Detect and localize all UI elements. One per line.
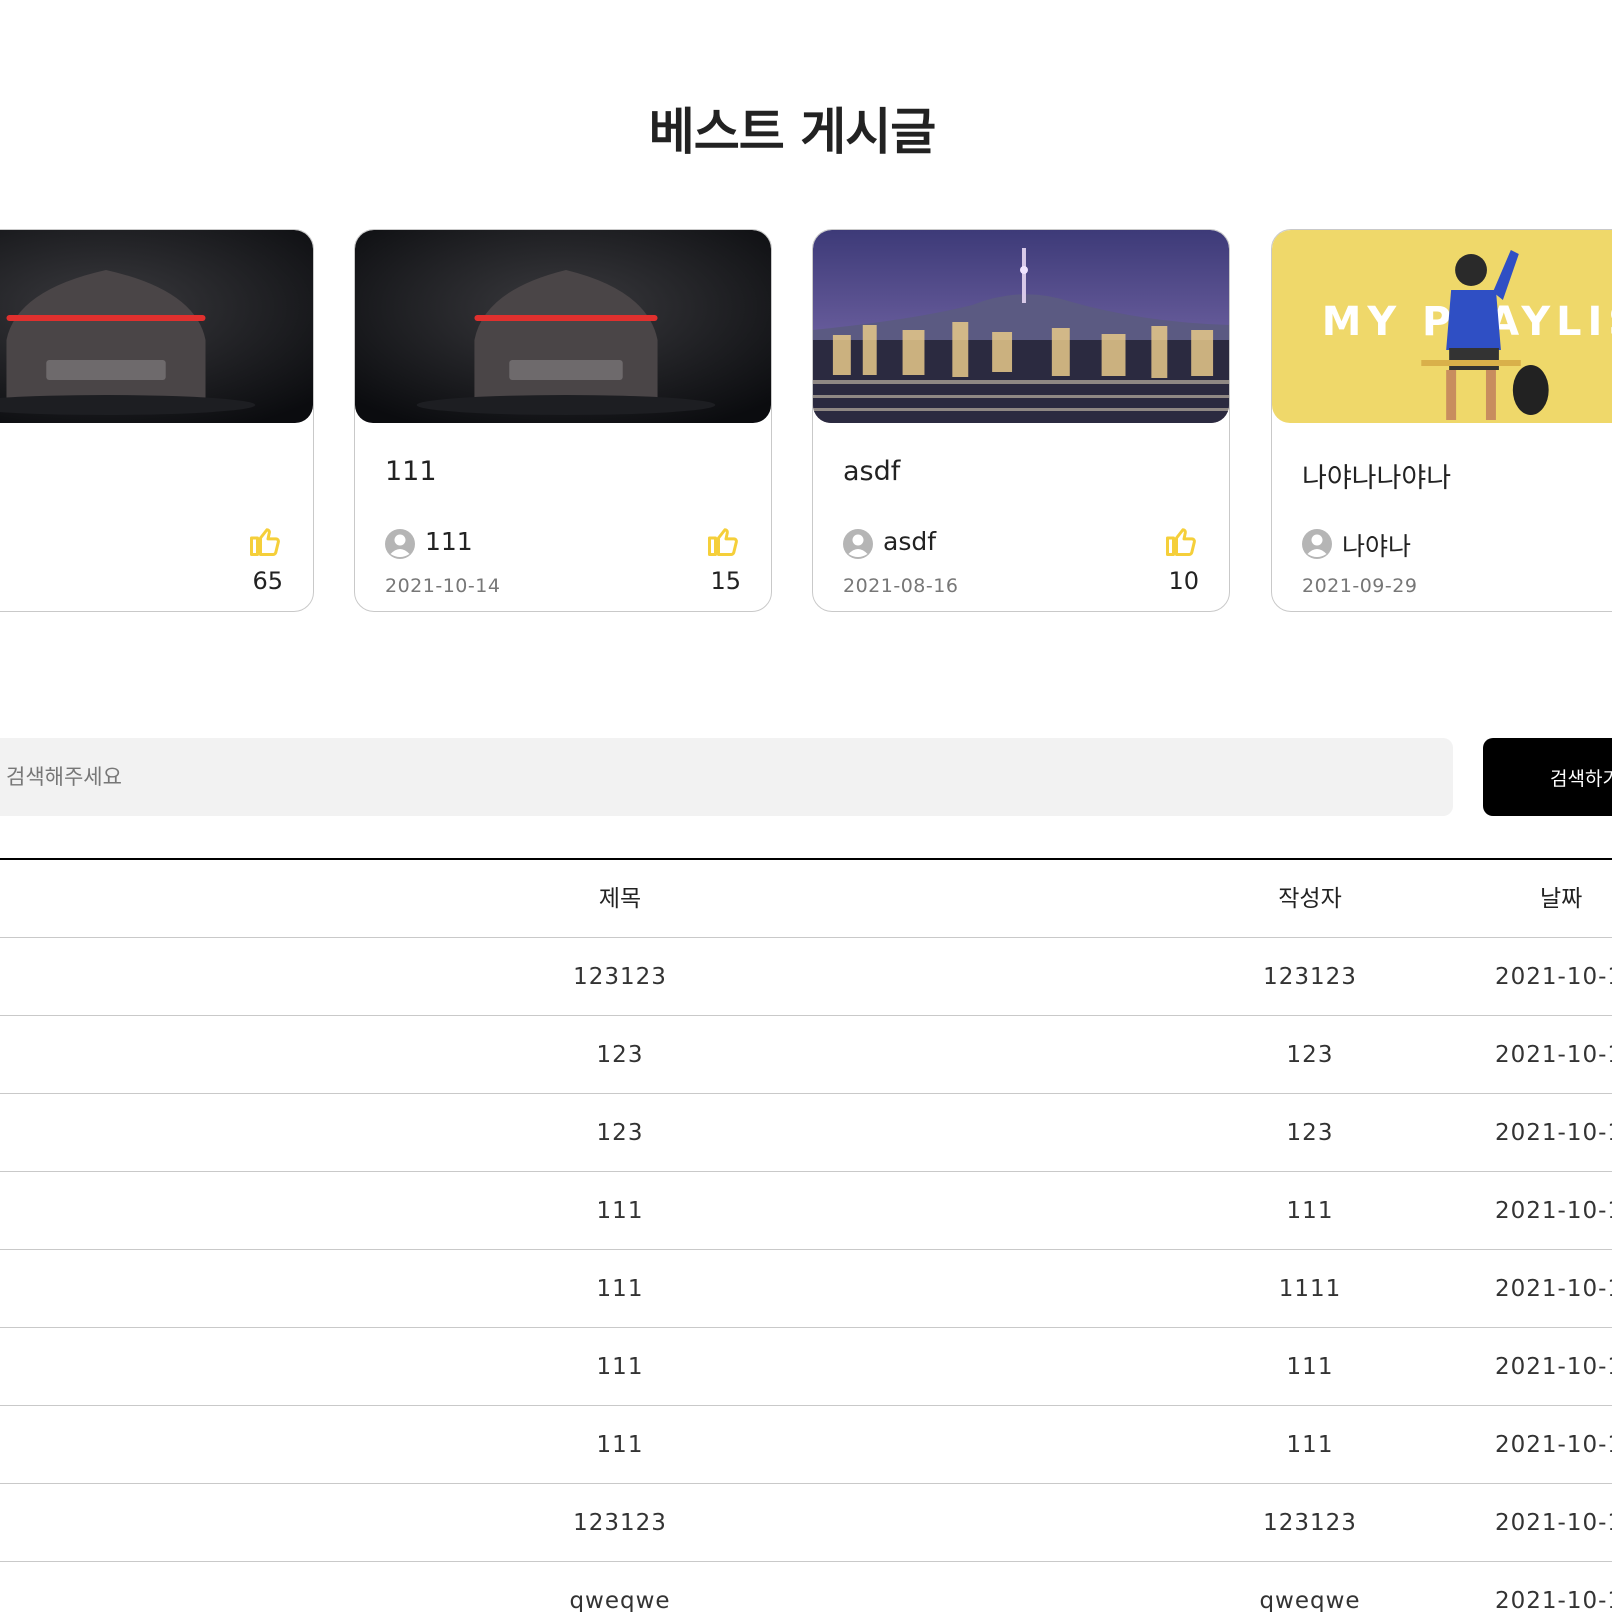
- row-title: qweqwe: [569, 1588, 671, 1612]
- table-row[interactable]: 111 111 2021-10-1: [0, 1328, 1612, 1406]
- row-author: 111: [1286, 1198, 1334, 1224]
- thumbs-up-icon[interactable]: [247, 523, 283, 559]
- card-date: 2021-08-16: [843, 575, 959, 597]
- card-image: MY PLAYLIS: [1272, 230, 1612, 423]
- thumbs-up-icon[interactable]: [1163, 523, 1199, 559]
- header-author: 작성자: [1278, 886, 1342, 912]
- row-title: 123123: [573, 1510, 667, 1536]
- row-author: 123123: [1263, 1510, 1357, 1536]
- seoul-night-city-photo: [813, 230, 1229, 423]
- my-playlist-photo: MY PLAYLIS: [1272, 230, 1612, 423]
- row-author: 111: [1286, 1432, 1334, 1458]
- card-date: 2021-10-14: [385, 575, 501, 597]
- card-title: 111: [385, 456, 437, 487]
- row-author: 123: [1286, 1120, 1334, 1146]
- user-avatar-icon: [385, 529, 415, 559]
- table-row[interactable]: qweqwe qweqwe 2021-10-1: [0, 1562, 1612, 1612]
- best-post-card[interactable]: MY PLAYLIS 나야나나야나 나야나 2021-09-29: [1271, 229, 1612, 612]
- search-button[interactable]: 검색하기: [1483, 738, 1612, 816]
- header-title: 제목: [598, 886, 642, 912]
- table-header-row: 제목 작성자 날짜: [0, 860, 1612, 938]
- row-date: 2021-10-1: [1495, 964, 1612, 990]
- user-avatar-icon: [1302, 529, 1332, 559]
- card-like-count: 10: [1168, 567, 1199, 595]
- row-author: 123123: [1263, 964, 1357, 990]
- page: 베스트 게시글 3 0-11 65: [0, 0, 1612, 1612]
- car-rear-photo: [355, 230, 771, 423]
- row-date: 2021-10-1: [1495, 1510, 1612, 1536]
- row-author: qweqwe: [1259, 1588, 1361, 1612]
- row-title: 111: [596, 1432, 644, 1458]
- best-post-card[interactable]: 3 0-11 65: [0, 229, 314, 612]
- best-post-card[interactable]: 111 111 2021-10-14 15: [354, 229, 772, 612]
- card-author: asdf: [883, 527, 937, 556]
- card-like-count: 65: [252, 567, 283, 595]
- header-date: 날짜: [1540, 886, 1583, 912]
- table-row[interactable]: 111 111 2021-10-1: [0, 1406, 1612, 1484]
- row-title: 123: [596, 1120, 644, 1146]
- car-rear-photo: [0, 230, 313, 423]
- row-date: 2021-10-1: [1495, 1354, 1612, 1380]
- table-row[interactable]: 123123 123123 2021-10-1: [0, 938, 1612, 1016]
- table-row[interactable]: 123123 123123 2021-10-1: [0, 1484, 1612, 1562]
- row-date: 2021-10-1: [1495, 1432, 1612, 1458]
- card-like-count: 15: [710, 567, 741, 595]
- table-row[interactable]: 123 123 2021-10-1: [0, 1094, 1612, 1172]
- best-post-card[interactable]: asdf asdf 2021-08-16 10: [812, 229, 1230, 612]
- thumbs-up-icon[interactable]: [705, 523, 741, 559]
- card-title: 나야나나야나: [1302, 463, 1452, 494]
- row-title: 123123: [573, 964, 667, 990]
- row-author: 1111: [1278, 1276, 1342, 1302]
- page-title: 베스트 게시글: [648, 103, 936, 161]
- row-date: 2021-10-1: [1495, 1042, 1612, 1068]
- card-author: 111: [425, 527, 473, 556]
- table-row[interactable]: 111 1111 2021-10-1: [0, 1250, 1612, 1328]
- table-row[interactable]: 111 111 2021-10-1: [0, 1172, 1612, 1250]
- search-input[interactable]: [0, 738, 1453, 816]
- user-avatar-icon: [843, 529, 873, 559]
- card-image: [0, 230, 313, 423]
- row-title: 111: [596, 1198, 644, 1224]
- row-author: 111: [1286, 1354, 1334, 1380]
- row-title: 111: [596, 1354, 644, 1380]
- row-date: 2021-10-1: [1495, 1276, 1612, 1302]
- row-author: 123: [1286, 1042, 1334, 1068]
- row-date: 2021-10-1: [1495, 1198, 1612, 1224]
- card-image: [355, 230, 771, 423]
- card-author: 나야나: [1342, 532, 1412, 561]
- table-row[interactable]: 123 123 2021-10-1: [0, 1016, 1612, 1094]
- row-date: 2021-10-1: [1495, 1120, 1612, 1146]
- row-date: 2021-10-1: [1495, 1588, 1612, 1612]
- card-title: asdf: [843, 456, 901, 487]
- card-date: 2021-09-29: [1302, 575, 1418, 597]
- row-title: 123: [596, 1042, 644, 1068]
- row-title: 111: [596, 1276, 644, 1302]
- card-image: [813, 230, 1229, 423]
- posts-table: 제목 작성자 날짜 123123 123123 2021-10-1 123 12…: [0, 858, 1612, 1612]
